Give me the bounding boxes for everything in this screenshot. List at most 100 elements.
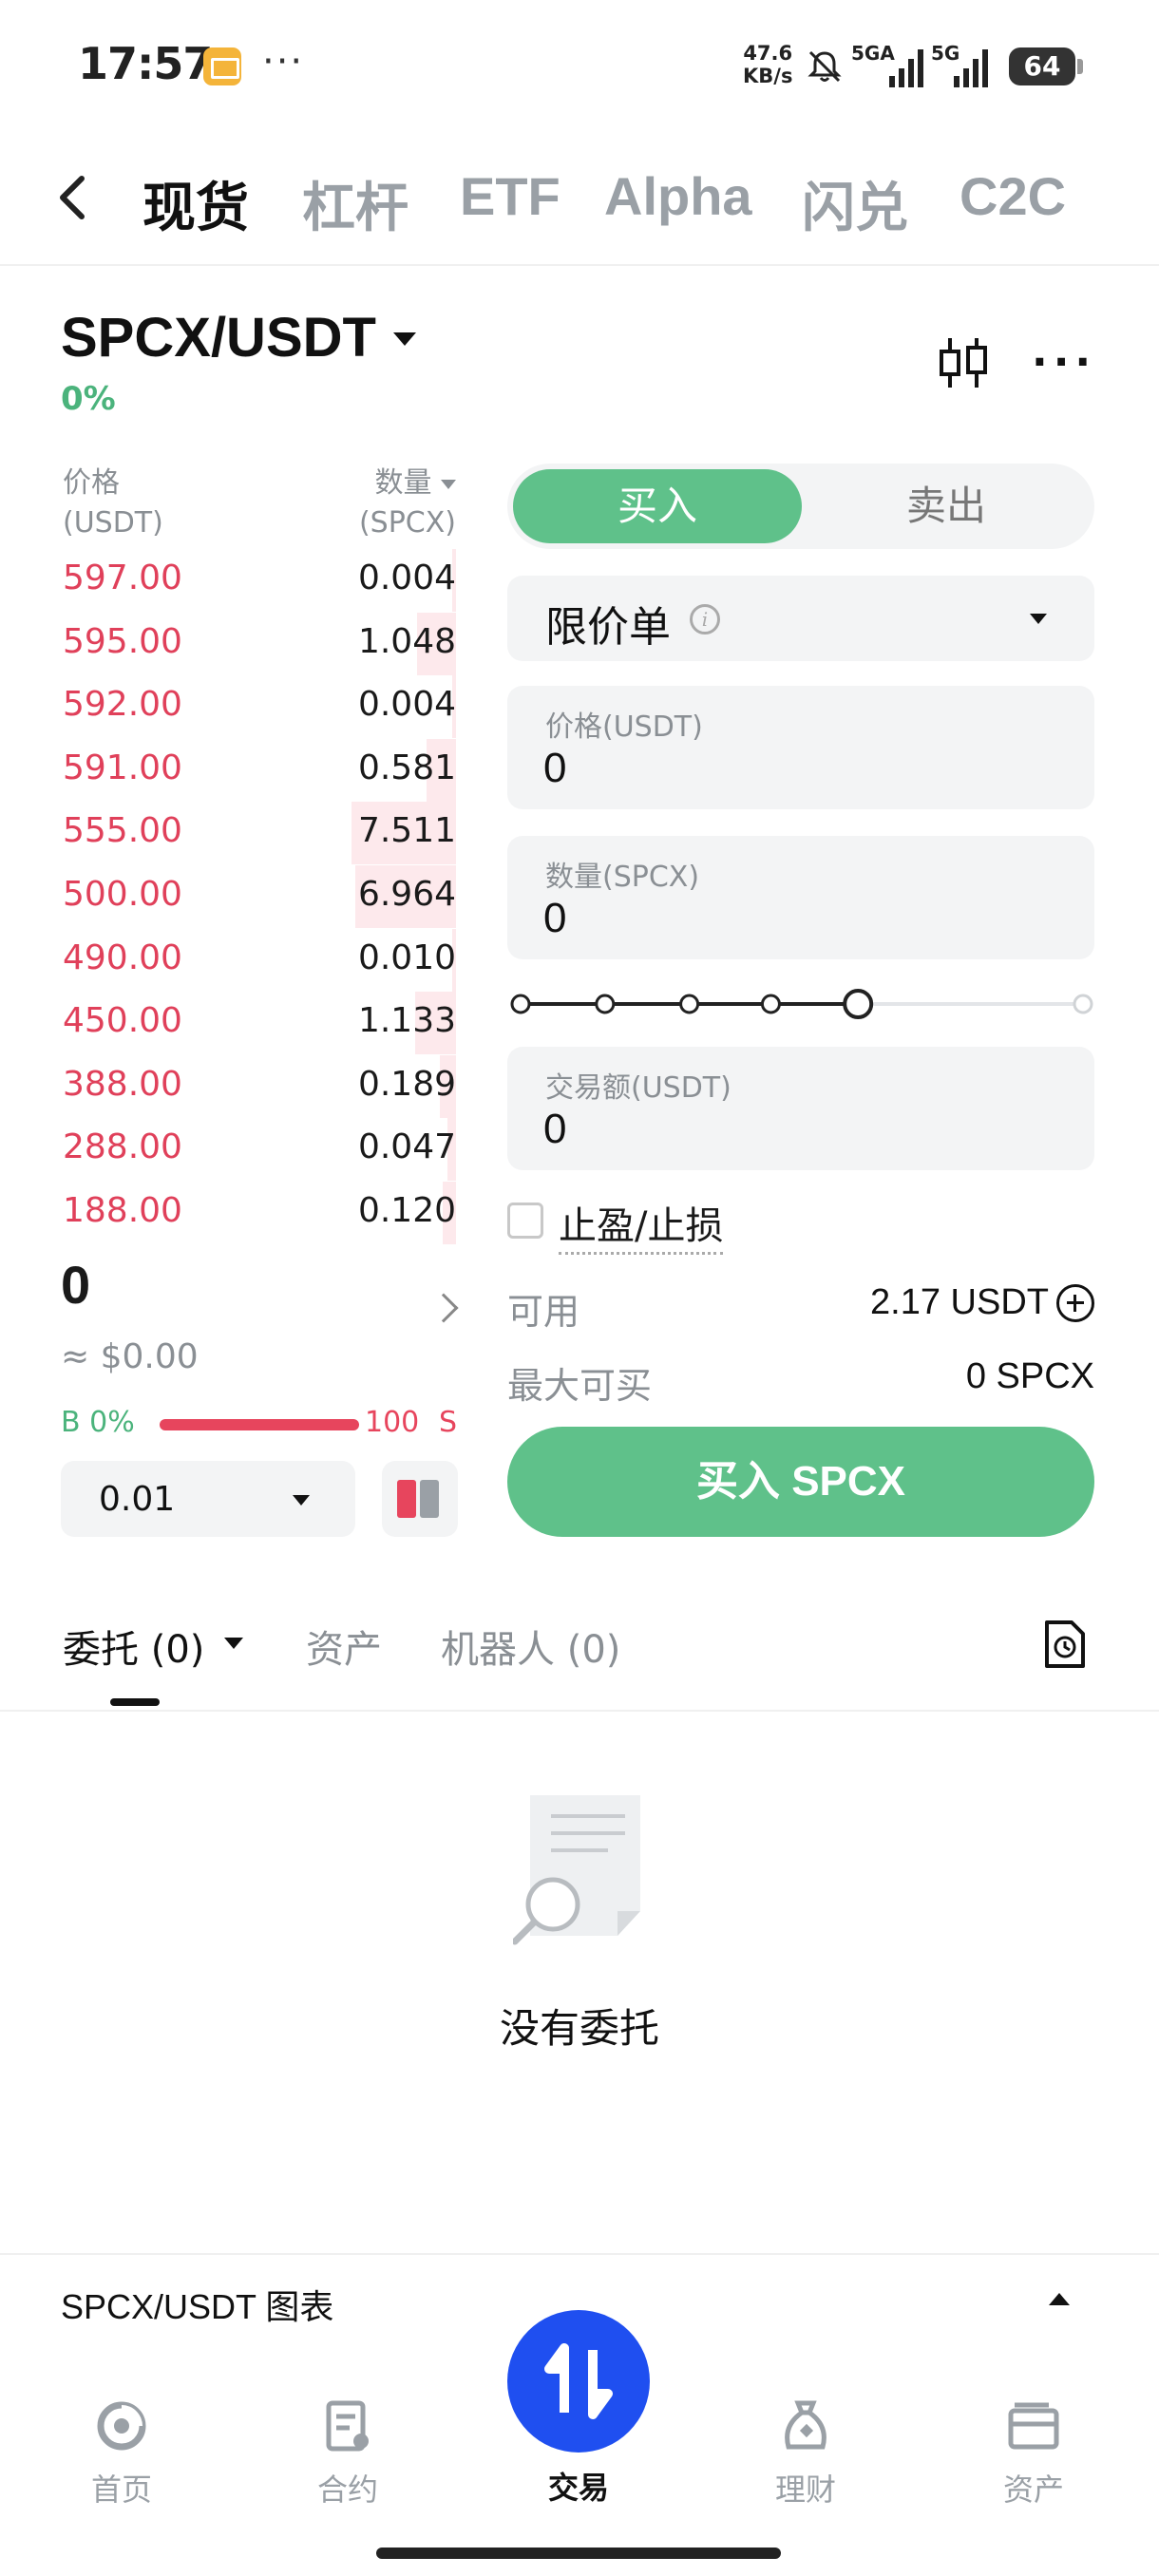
ask-quantity: 7.511: [357, 811, 456, 851]
pair-selector[interactable]: SPCX/USDT: [61, 306, 376, 369]
nav-home-label: 首页: [90, 2472, 152, 2508]
chevron-up-icon[interactable]: [1049, 2293, 1070, 2305]
quantity-input[interactable]: 0: [543, 895, 1056, 942]
orderbook-row[interactable]: 500.00 6.964: [0, 865, 456, 928]
orderbook-row[interactable]: 595.00 1.048: [0, 612, 456, 675]
price-field[interactable]: 价格(USDT) 0: [507, 686, 1094, 809]
total-field-label: 交易额(USDT): [545, 1071, 732, 1105]
ask-price: 592.00: [63, 685, 182, 725]
futures-icon: [326, 2400, 369, 2452]
last-price-usd: ≈ $0.00: [61, 1337, 199, 1376]
tab-etf[interactable]: ETF: [460, 165, 560, 227]
ask-price: 388.00: [63, 1064, 182, 1104]
status-bar: 17:57 ··· 47.6 KB/s 5GA 5G 64: [0, 0, 1159, 133]
ask-quantity: 0.581: [357, 748, 456, 787]
orderbook-price-label: 价格: [63, 466, 120, 500]
empty-orders-text: 没有委托: [499, 2005, 659, 2052]
buy-sell-ratio-bar: [160, 1419, 359, 1430]
tab-c2c[interactable]: C2C: [960, 165, 1066, 227]
info-icon[interactable]: i: [690, 604, 720, 635]
ask-price: 597.00: [63, 559, 182, 597]
chevron-down-icon: [1030, 614, 1047, 624]
tab-open-orders[interactable]: 委托 (0): [63, 1619, 204, 1674]
empty-document-icon: [513, 1795, 640, 1945]
signal-5ga-label: 5GA: [851, 42, 895, 65]
ask-quantity: 1.133: [357, 1001, 456, 1041]
amount-slider[interactable]: [509, 988, 1094, 1020]
ask-quantity: 1.048: [357, 621, 456, 661]
orderbook-row[interactable]: 555.00 7.511: [0, 802, 456, 865]
more-menu-icon[interactable]: ···: [1032, 338, 1096, 387]
home-icon: [97, 2401, 146, 2451]
nav-futures[interactable]: 合约: [281, 2397, 414, 2510]
nav-futures-label: 合约: [316, 2472, 378, 2508]
orderbook-row[interactable]: 591.00 0.581: [0, 738, 456, 802]
top-nav: 现货 杠杆 ETF Alpha 闪兑 C2C: [0, 152, 1159, 266]
pair-dropdown-icon[interactable]: [393, 332, 416, 346]
nav-assets-label: 资产: [1002, 2472, 1064, 2508]
buy-submit-button[interactable]: 买入 SPCX: [507, 1427, 1094, 1537]
orderbook-row[interactable]: 592.00 0.004: [0, 675, 456, 739]
orders-tabs: 委托 (0) 资产 机器人 (0): [0, 1605, 1159, 1712]
nav-trade[interactable]: [507, 2310, 650, 2453]
network-speed-value: 47.6: [743, 42, 793, 65]
tab-margin[interactable]: 杠杆: [302, 165, 408, 242]
orderbook-row[interactable]: 490.00 0.010: [0, 928, 456, 992]
ask-quantity: 0.189: [357, 1064, 456, 1104]
orderbook-price-unit: (USDT): [63, 506, 163, 540]
price-input[interactable]: 0: [543, 745, 1056, 792]
tab-spot[interactable]: 现货: [142, 165, 249, 242]
ask-price: 591.00: [63, 748, 182, 787]
orderbook-row[interactable]: 597.00 0.004: [0, 549, 456, 612]
tab-convert[interactable]: 闪兑: [802, 165, 908, 242]
orderbook-row[interactable]: 188.00 0.120: [0, 1182, 456, 1244]
total-input[interactable]: 0: [543, 1106, 1056, 1153]
buy-tab[interactable]: 买入: [513, 469, 802, 543]
nav-home[interactable]: 首页: [55, 2397, 188, 2510]
price-field-label: 价格(USDT): [545, 710, 703, 744]
trade-icon: [544, 2343, 613, 2419]
orderbook-row[interactable]: 288.00 0.047: [0, 1118, 456, 1182]
ask-price: 595.00: [63, 621, 182, 661]
chevron-right-icon[interactable]: [428, 1293, 459, 1323]
sell-tab[interactable]: 卖出: [802, 469, 1091, 543]
last-price: 0: [61, 1255, 91, 1315]
orderbook-layout-icon[interactable]: [382, 1461, 458, 1537]
ask-price: 188.00: [63, 1191, 182, 1230]
tpsl-checkbox[interactable]: [507, 1203, 543, 1239]
candlestick-chart-icon[interactable]: [937, 334, 990, 391]
max-buy-value: 0 SPCX: [965, 1356, 1094, 1396]
tab-bots[interactable]: 机器人 (0): [441, 1619, 620, 1674]
order-type-label: 限价单: [545, 603, 671, 652]
nav-assets[interactable]: 资产: [967, 2397, 1100, 2510]
chevron-down-icon[interactable]: [224, 1638, 243, 1649]
ask-price: 450.00: [63, 1001, 182, 1041]
max-buy-label: 最大可买: [507, 1365, 653, 1407]
order-type-select[interactable]: 限价单 i: [507, 576, 1094, 661]
tpsl-label[interactable]: 止盈/止损: [559, 1195, 724, 1255]
chart-label: SPCX/USDT 图表: [61, 2287, 334, 2326]
network-speed-unit: KB/s: [743, 65, 793, 87]
home-indicator: [376, 2548, 781, 2559]
order-history-icon[interactable]: [1043, 1619, 1087, 1670]
available-label: 可用: [507, 1291, 580, 1333]
orderbook-row[interactable]: 450.00 1.133: [0, 992, 456, 1055]
add-funds-icon[interactable]: [1056, 1284, 1094, 1322]
tab-assets[interactable]: 资产: [306, 1619, 382, 1674]
signal-5g: 5G: [931, 42, 998, 87]
ask-price: 490.00: [63, 938, 182, 977]
orderbook-qty-header[interactable]: 数量 (SPCX): [323, 464, 456, 543]
slider-tick: [760, 994, 781, 1014]
total-field[interactable]: 交易额(USDT) 0: [507, 1047, 1094, 1170]
slider-tick: [679, 994, 700, 1014]
orderbook-row[interactable]: 388.00 0.189: [0, 1054, 456, 1118]
slider-handle: [843, 989, 874, 1019]
nav-trade-label: 交易: [547, 2470, 609, 2506]
precision-select[interactable]: 0.01: [61, 1461, 355, 1537]
back-arrow-icon[interactable]: [49, 169, 99, 226]
quantity-field[interactable]: 数量(SPCX) 0: [507, 836, 1094, 959]
sell-ratio-letter: S: [439, 1406, 458, 1439]
tab-alpha[interactable]: Alpha: [604, 165, 752, 227]
active-tab-indicator: [110, 1698, 160, 1706]
nav-earn[interactable]: 理财: [739, 2397, 872, 2510]
